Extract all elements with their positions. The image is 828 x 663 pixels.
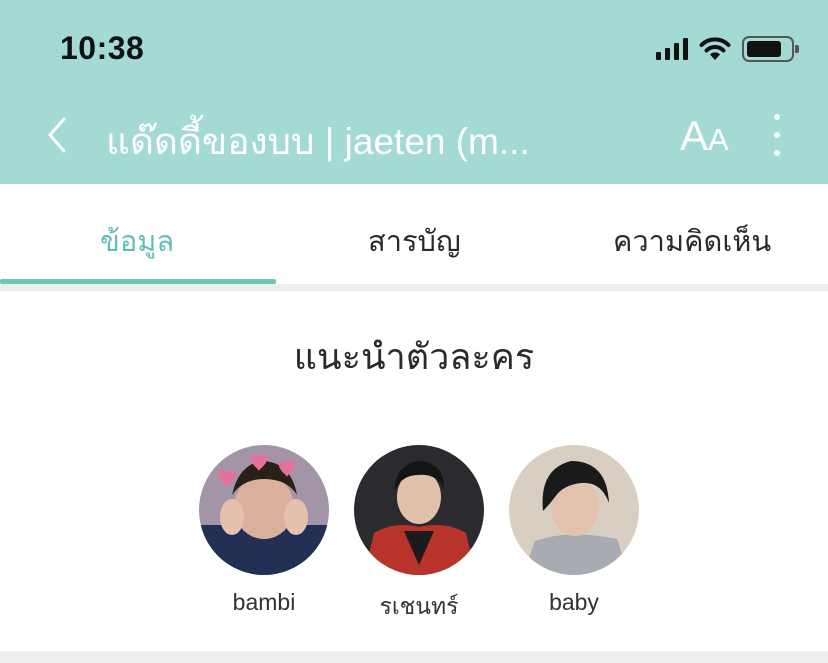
story-title: แด๊ดดี้ของบบ | jaeten (m... <box>106 121 530 162</box>
avatar <box>199 445 329 575</box>
character-name: รเชนทร์ <box>379 593 459 619</box>
tab-info[interactable]: ข้อมูล <box>100 218 174 264</box>
section-title: แนะนำตัวละคร <box>293 336 535 377</box>
character-item[interactable]: baby <box>504 445 644 616</box>
character-item[interactable]: bambi <box>194 445 334 616</box>
more-dot-icon <box>774 150 780 156</box>
wifi-icon <box>699 37 731 60</box>
more-options-button[interactable] <box>762 114 792 156</box>
back-button[interactable] <box>40 112 80 158</box>
section-divider <box>0 651 828 663</box>
font-size-big-label: A <box>680 112 709 159</box>
avatar <box>354 445 484 575</box>
tab-divider <box>0 284 828 291</box>
tab-contents[interactable]: สารบัญ <box>368 218 461 264</box>
battery-icon <box>742 36 799 62</box>
tab-bar: ข้อมูล สารบัญ ความคิดเห็น <box>0 184 828 284</box>
more-dot-icon <box>774 132 780 138</box>
tab-comments[interactable]: ความคิดเห็น <box>613 218 771 264</box>
more-dot-icon <box>774 114 780 120</box>
avatar <box>509 445 639 575</box>
chevron-left-icon <box>48 117 66 153</box>
status-time: 10:38 <box>60 30 145 66</box>
status-icons <box>656 34 799 64</box>
top-bar: 10:38 แด๊ดดี้ของบบ | jaeten (m... AA <box>0 0 828 184</box>
font-size-button[interactable]: AA <box>680 112 738 159</box>
cellular-signal-icon <box>656 38 688 60</box>
character-item[interactable]: รเชนทร์ <box>349 445 489 625</box>
font-size-small-label: A <box>708 122 729 157</box>
character-name: baby <box>549 589 599 615</box>
character-name: bambi <box>232 589 296 615</box>
